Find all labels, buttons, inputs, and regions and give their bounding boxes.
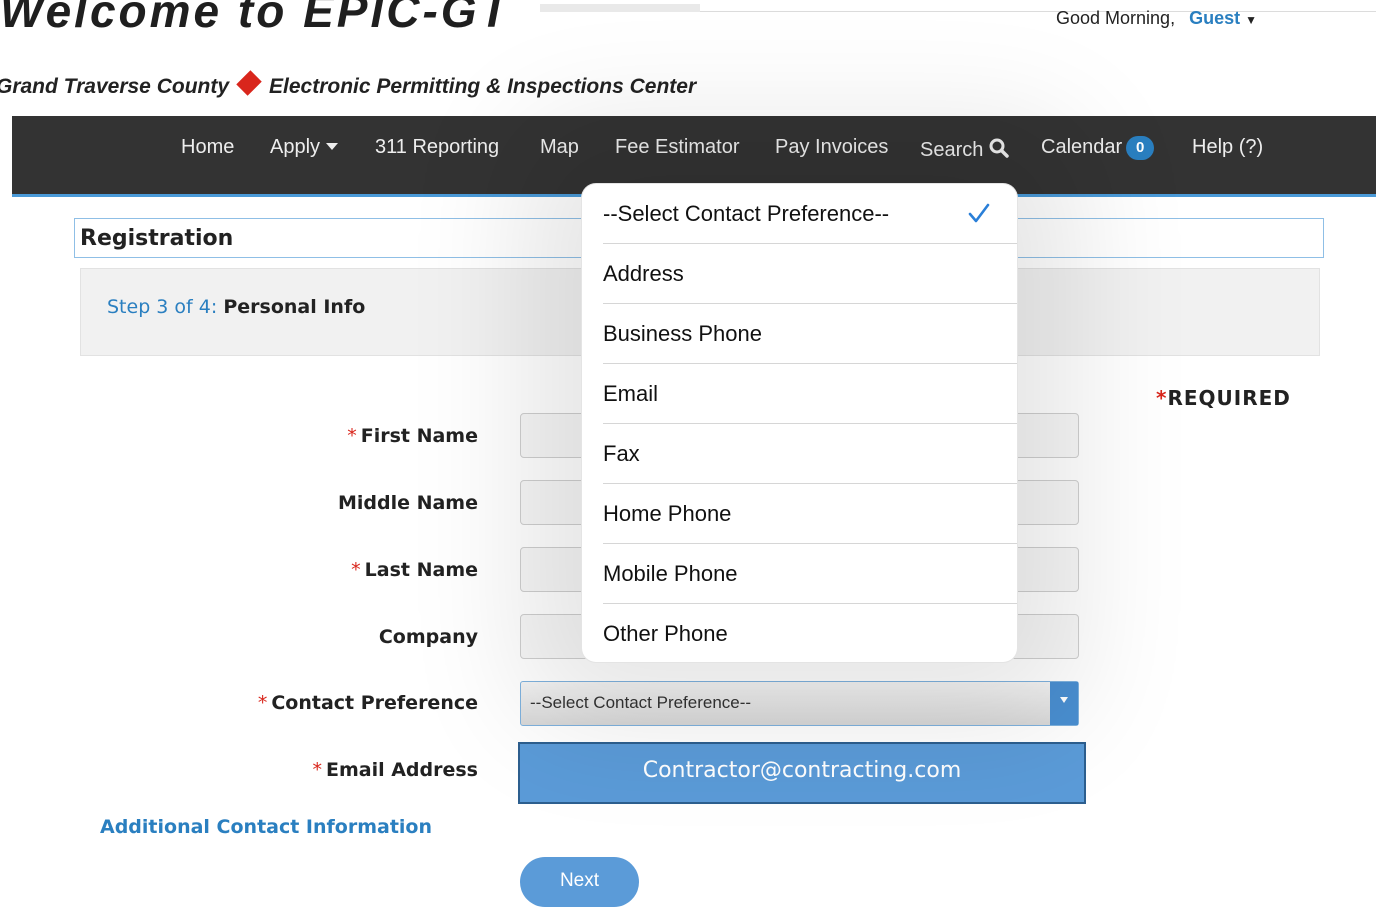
option-label: Home Phone: [603, 501, 732, 526]
required-star: *: [1156, 386, 1168, 410]
step-number: Step 3 of 4:: [107, 296, 218, 318]
next-button[interactable]: Next: [520, 857, 639, 907]
greeting: Good Morning, Guest ▼: [1056, 8, 1257, 29]
chevron-down-icon: ▼: [1245, 13, 1257, 27]
contact-preference-label: * Contact Preference: [258, 692, 478, 714]
email-address-label: * Email Address: [312, 759, 478, 781]
greeting-text: Good Morning,: [1056, 8, 1176, 28]
nav-calendar-label: Calendar: [1041, 136, 1123, 158]
checkmark-icon: [968, 203, 990, 223]
required-star: *: [312, 759, 322, 781]
required-text: REQUIRED: [1167, 386, 1291, 410]
last-name-label: * Last Name: [351, 559, 478, 581]
nav-apply-label: Apply: [270, 136, 321, 158]
nav-pay-invoices[interactable]: Pay Invoices: [775, 136, 888, 159]
option-other-phone[interactable]: Other Phone: [582, 604, 1017, 662]
first-name-label-text: First Name: [360, 425, 478, 447]
nav-map[interactable]: Map: [540, 136, 579, 159]
contact-preference-popover: --Select Contact Preference-- Address Bu…: [582, 184, 1017, 662]
email-address-label-text: Email Address: [325, 759, 478, 781]
county-name: Grand Traverse County: [0, 75, 230, 98]
option-label: Business Phone: [603, 321, 762, 346]
option-label: Other Phone: [603, 621, 728, 646]
diamond-icon: [236, 70, 262, 96]
search-icon: [989, 138, 1009, 158]
option-label: Mobile Phone: [603, 561, 738, 586]
caret-down-icon: [326, 143, 339, 150]
required-note: *REQUIRED: [1156, 386, 1291, 410]
email-value: Contractor@contracting.com: [642, 758, 962, 783]
first-name-label: * First Name: [347, 425, 478, 447]
user-name: Guest: [1189, 8, 1241, 28]
required-star: *: [351, 559, 361, 581]
header-strip: [540, 4, 700, 12]
contact-preference-label-text: Contact Preference: [271, 692, 478, 714]
center-name: Electronic Permitting & Inspections Cent…: [269, 75, 697, 98]
select-toggle-button[interactable]: [1050, 682, 1078, 725]
nav-apply[interactable]: Apply: [270, 136, 339, 159]
option-fax[interactable]: Fax: [582, 424, 1017, 484]
option-business-phone[interactable]: Business Phone: [582, 304, 1017, 364]
page-title: Registration: [80, 226, 234, 251]
additional-contact-link[interactable]: Additional Contact Information: [100, 816, 432, 838]
nav-fee-estimator[interactable]: Fee Estimator: [615, 136, 739, 159]
last-name-label-text: Last Name: [364, 559, 478, 581]
header-divider: [700, 11, 1376, 12]
user-menu[interactable]: Guest ▼: [1189, 8, 1257, 28]
option-address[interactable]: Address: [582, 244, 1017, 304]
required-star: *: [257, 692, 268, 714]
middle-name-label: Middle Name: [337, 492, 478, 514]
option-label: Address: [603, 261, 684, 286]
company-label: Company: [378, 626, 478, 648]
popover-arrow: [786, 661, 822, 679]
step-indicator: Step 3 of 4: Personal Info: [107, 296, 365, 318]
site-title: Welcome to EPIC-GT: [0, 0, 511, 37]
option-home-phone[interactable]: Home Phone: [582, 484, 1017, 544]
calendar-count-badge: 0: [1126, 136, 1155, 160]
nav-search-label: Search: [920, 139, 984, 161]
option-select-contact-preference[interactable]: --Select Contact Preference--: [582, 184, 1017, 244]
nav-home[interactable]: Home: [181, 136, 234, 159]
option-label: Fax: [603, 441, 640, 466]
nav-calendar[interactable]: Calendar 0: [1041, 136, 1155, 161]
chevron-down-icon: [1060, 697, 1068, 703]
nav-help[interactable]: Help (?): [1192, 136, 1263, 159]
nav-311-reporting[interactable]: 311 Reporting: [375, 136, 499, 159]
option-label: Email: [603, 381, 659, 406]
required-star: *: [347, 425, 357, 447]
step-name: Personal Info: [223, 296, 366, 318]
nav-search[interactable]: Search: [920, 136, 1009, 162]
contact-preference-value: --Select Contact Preference--: [530, 693, 752, 712]
site-subtitle: Grand Traverse County Electronic Permitti…: [0, 70, 697, 99]
option-mobile-phone[interactable]: Mobile Phone: [582, 544, 1017, 604]
option-label: --Select Contact Preference--: [603, 201, 890, 226]
option-email[interactable]: Email: [582, 364, 1017, 424]
